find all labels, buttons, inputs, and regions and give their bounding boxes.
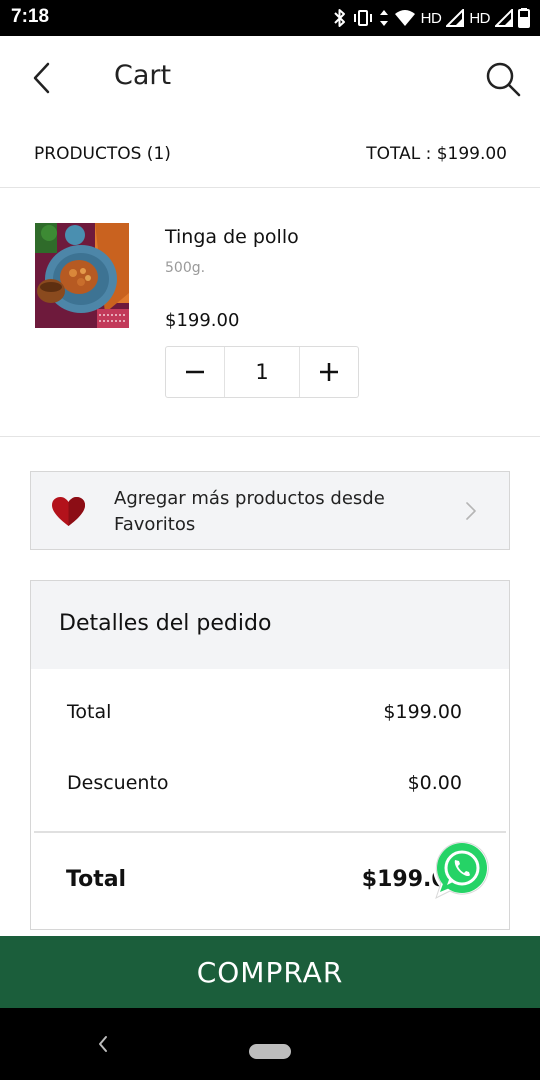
divider — [34, 831, 506, 833]
network-type-label: HD — [420, 9, 442, 27]
order-details-title: Detalles del pedido — [59, 611, 272, 636]
product-price: $199.00 — [165, 310, 240, 331]
discount-value: $0.00 — [407, 772, 462, 794]
heart-icon — [52, 497, 85, 526]
favorites-banner-text: Agregar más productos desde Favoritos — [114, 488, 385, 535]
increase-quantity-button[interactable] — [300, 347, 358, 397]
status-bar: 7:18 HD HD — [0, 0, 540, 36]
search-icon[interactable] — [484, 60, 522, 98]
checkout-button[interactable]: COMPRAR — [0, 936, 540, 1008]
cart-item: Tinga de pollo 500g. $199.00 1 — [0, 188, 540, 437]
page-title: Cart — [114, 60, 172, 91]
network-type-label: HD — [469, 9, 490, 27]
chevron-right-icon — [466, 502, 476, 520]
minus-icon — [186, 370, 204, 374]
order-details-header: Detalles del pedido — [31, 581, 509, 669]
whatsapp-icon — [433, 839, 491, 899]
app-header: Cart — [0, 36, 540, 120]
subtotal-label: Total — [67, 701, 112, 723]
decrease-quantity-button[interactable] — [166, 347, 224, 397]
bluetooth-icon — [333, 9, 345, 27]
discount-label: Descuento — [67, 772, 169, 794]
subtotal-value: $199.00 — [383, 701, 462, 723]
product-weight: 500g. — [165, 260, 206, 276]
plus-icon — [320, 363, 338, 381]
battery-icon — [518, 8, 530, 28]
add-from-favorites-button[interactable]: Agregar más productos desde Favoritos — [30, 471, 510, 550]
system-nav-bar — [0, 1008, 540, 1080]
back-arrow-icon[interactable] — [28, 60, 56, 96]
product-image — [35, 223, 129, 328]
quantity-value[interactable]: 1 — [224, 347, 300, 397]
whatsapp-chat-button[interactable] — [428, 836, 494, 902]
status-time: 7:18 — [11, 6, 50, 27]
signal-icon — [446, 9, 465, 27]
cart-summary: PRODUCTOS (1) TOTAL : $199.00 — [0, 120, 540, 188]
status-icons: HD HD — [333, 6, 530, 30]
wifi-icon — [394, 10, 415, 26]
nav-home-button[interactable] — [249, 1044, 291, 1059]
signal-icon — [495, 9, 513, 27]
products-count: PRODUCTOS (1) — [34, 144, 171, 164]
quantity-stepper: 1 — [165, 346, 359, 398]
cart-total: TOTAL : $199.00 — [366, 144, 507, 164]
grand-total-label: Total — [66, 867, 127, 892]
data-arrows-icon — [379, 10, 388, 26]
nav-back-icon[interactable] — [97, 1035, 109, 1053]
product-name: Tinga de pollo — [165, 226, 299, 248]
vibrate-icon — [353, 10, 372, 26]
